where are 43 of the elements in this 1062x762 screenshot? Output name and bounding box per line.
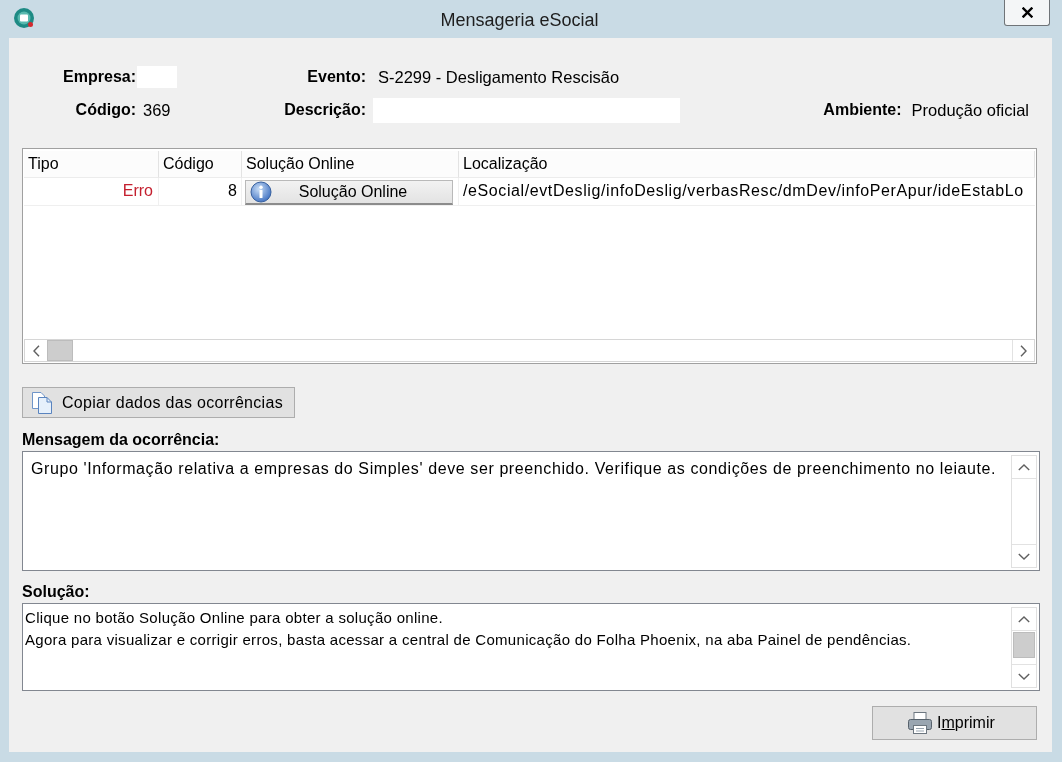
close-icon: [1021, 7, 1033, 18]
table-cell: Erro: [24, 178, 159, 206]
field-value: S-2299 - Desligamento Rescisão: [378, 66, 620, 88]
field-label: Empresa:: [63, 67, 136, 87]
solution-text-area[interactable]: Clique no botão Solução Online para obter a solução online. Agora para visualizar e corrigir erros, basta acessar a central de Comunicação do Folha Phoenix, na aba Painel de pendências.: [22, 603, 1040, 691]
chevron-left-icon: [32, 344, 40, 357]
field-value: 369: [143, 99, 171, 121]
table-cell: /eSocial/evtDeslig/infoDeslig/verbasResc/dmDev/infoPerApur/ideEstabLo: [459, 178, 1035, 206]
field-label: Descrição:: [284, 100, 366, 120]
solution-text: Agora para visualizar e corrigir erros, basta acessar a central de Comunicação do Folha Phoenix, na aba Painel de pendências.: [25, 630, 912, 650]
scrollbar-thumb[interactable]: [47, 340, 73, 361]
message-text: Grupo 'Informação relativa a empresas do Simples' deve ser preenchido. Verifique as condições de preenchimento no leiaute.: [31, 459, 997, 479]
section-label: Solução:: [22, 582, 90, 602]
solution-text: Clique no botão Solução Online para obter a solução online.: [25, 608, 443, 628]
column-header[interactable]: Tipo: [24, 151, 159, 178]
info-icon: [250, 181, 272, 203]
table-cell: 8: [159, 178, 242, 206]
close-button[interactable]: [1004, 0, 1050, 26]
field-label: Ambiente:: [823, 100, 902, 120]
vertical-scrollbar[interactable]: [1011, 607, 1037, 688]
field-label: Evento:: [307, 67, 366, 87]
chevron-right-icon: [1020, 344, 1027, 357]
message-text-area[interactable]: Grupo 'Informação relativa a empresas do Simples' deve ser preenchido. Verifique as condições de preenchimento no leiaute.: [22, 451, 1040, 571]
chevron-up-icon: [1018, 615, 1030, 623]
app-logo-icon: [13, 7, 35, 29]
column-header[interactable]: Código: [159, 151, 242, 178]
column-header[interactable]: Solução Online: [242, 151, 459, 178]
scrollbar-thumb[interactable]: [1013, 632, 1035, 658]
vertical-scrollbar[interactable]: [1011, 455, 1037, 568]
section-label: Mensagem da ocorrência:: [22, 430, 220, 450]
horizontal-scrollbar[interactable]: [24, 339, 1035, 362]
chevron-down-icon: [1018, 552, 1030, 560]
solution-online-button[interactable]: Solução Online: [245, 180, 453, 205]
field-label: Código:: [75, 100, 136, 120]
field-value: Produção oficial: [911, 99, 1029, 121]
window-title: Mensageria eSocial: [440, 10, 599, 30]
column-header[interactable]: Localização: [459, 151, 1035, 178]
copy-button[interactable]: Copiar dados das ocorrências: [22, 387, 295, 418]
print-button[interactable]: Imprimir: [872, 706, 1037, 740]
printer-icon: [907, 711, 933, 735]
copy-icon: [30, 390, 54, 415]
chevron-up-icon: [1018, 463, 1030, 471]
chevron-down-icon: [1018, 672, 1030, 680]
